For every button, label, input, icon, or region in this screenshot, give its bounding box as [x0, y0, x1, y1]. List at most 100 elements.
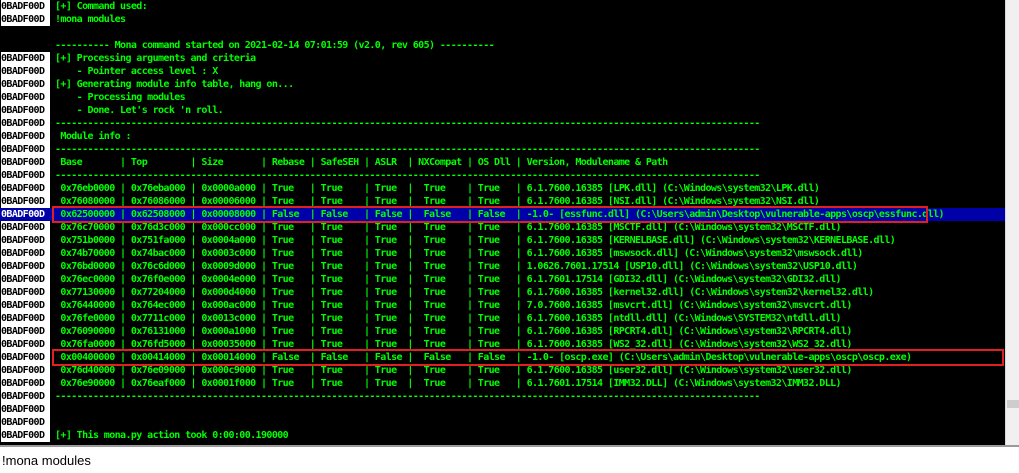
log-line[interactable]: 0BADF00D 0x76eb0000 | 0x76eba000 | 0x000… [0, 182, 1005, 195]
log-message: 0x76eb0000 | 0x76eba000 | 0x0000a000 | T… [55, 183, 820, 194]
log-message: 0x74b70000 | 0x74bac000 | 0x0003c000 | T… [55, 248, 863, 259]
log-address: 0BADF00D [1, 117, 50, 130]
log-message: ---------- Mona command started on 2021-… [55, 40, 495, 51]
log-line[interactable]: 0BADF00D [0, 403, 1005, 416]
log-address: 0BADF00D [1, 65, 50, 78]
log-message: 0x76fa0000 | 0x76fd5000 | 0x00035000 | T… [55, 339, 852, 350]
log-address: 0BADF00D [1, 130, 50, 143]
log-message: 0x77130000 | 0x77204000 | 0x000d4000 | T… [55, 287, 874, 298]
log-address: 0BADF00D [1, 13, 50, 26]
log-message: 0x76ec0000 | 0x76f0e000 | 0x0004e000 | T… [55, 274, 841, 285]
vertical-scrollbar[interactable] [1005, 0, 1019, 445]
log-address: 0BADF00D [1, 286, 50, 299]
log-line[interactable]: 0BADF00D --------------------------------… [0, 143, 1005, 156]
log-message: 0x76d40000 | 0x76e09000 | 0x000c9000 | T… [55, 365, 852, 376]
log-line[interactable]: 0BADF00D Module info : [0, 130, 1005, 143]
log-line[interactable]: 0BADF00D [+] Processing arguments and cri… [0, 52, 1005, 65]
log-message: 0x76fe0000 | 0x7711c000 | 0x0013c000 | T… [55, 313, 841, 324]
log-message: [+] Command used: [55, 1, 148, 12]
log-address: 0BADF00D [1, 104, 50, 117]
log-line[interactable]: ---------- Mona command started on 2021-… [0, 39, 1005, 52]
log-address: 0BADF00D [1, 273, 50, 286]
log-line-selected[interactable]: 0BADF00D 0x62500000 | 0x62508000 | 0x000… [0, 208, 1005, 221]
log-message: 0x62500000 | 0x62508000 | 0x00008000 | F… [55, 209, 944, 220]
log-address: 0BADF00D [1, 429, 50, 442]
log-address: 0BADF00D [1, 338, 50, 351]
log-address: 0BADF00D [1, 325, 50, 338]
log-message: ----------------------------------------… [55, 118, 760, 129]
log-address: 0BADF00D [1, 195, 50, 208]
log-line[interactable]: 0BADF00D - Processing modules [0, 91, 1005, 104]
log-line[interactable]: 0BADF00D 0x76bd0000 | 0x76c6d000 | 0x000… [0, 260, 1005, 273]
log-address: 0BADF00D [1, 143, 50, 156]
log-address: 0BADF00D [1, 364, 50, 377]
log-line[interactable]: 0BADF00D 0x76fa0000 | 0x76fd5000 | 0x000… [0, 338, 1005, 351]
log-line[interactable]: 0BADF00D 0x76c70000 | 0x76d3c000 | 0x000… [0, 221, 1005, 234]
log-line[interactable]: 0BADF00D 0x74b70000 | 0x74bac000 | 0x000… [0, 247, 1005, 260]
log-address: 0BADF00D [1, 299, 50, 312]
log-line[interactable]: 0BADF00D --------------------------------… [0, 117, 1005, 130]
log-address: 0BADF00D [1, 156, 50, 169]
log-message: ----------------------------------------… [55, 144, 760, 155]
log-message: [+] This mona.py action took 0:00:00.190… [55, 430, 289, 441]
log-address: 0BADF00D [1, 234, 50, 247]
log-address: 0BADF00D [1, 208, 50, 221]
log-message: Base | Top | Size | Rebase | SafeSEH | A… [55, 157, 668, 168]
command-input[interactable] [2, 450, 1002, 470]
log-address: 0BADF00D [1, 247, 50, 260]
log-address: 0BADF00D [1, 169, 50, 182]
log-message: [+] Processing arguments and criteria [55, 53, 256, 64]
log-line[interactable]: 0BADF00D 0x76fe0000 | 0x7711c000 | 0x001… [0, 312, 1005, 325]
log-window[interactable]: 0BADF00D [+] Command used: 0BADF00D !mona m… [0, 0, 1005, 445]
log-address: 0BADF00D [1, 351, 50, 364]
scrollbar-thumb[interactable] [1007, 400, 1019, 408]
log-message: !mona modules [55, 14, 126, 25]
log-address: 0BADF00D [1, 221, 50, 234]
log-address: 0BADF00D [1, 0, 50, 13]
log-message: 0x76440000 | 0x764ec000 | 0x000ac000 | T… [55, 300, 852, 311]
log-message: [+] Generating module info table, hang o… [55, 79, 294, 90]
log-line[interactable]: 0BADF00D [0, 416, 1005, 429]
log-line[interactable]: 0BADF00D Base | Top | Size | Rebase | Sa… [0, 156, 1005, 169]
log-line[interactable]: 0BADF00D [+] This mona.py action took 0:0… [0, 429, 1005, 442]
log-address: 0BADF00D [1, 91, 50, 104]
log-address: 0BADF00D [1, 416, 50, 429]
log-message: 0x76090000 | 0x76131000 | 0x000a1000 | T… [55, 326, 852, 337]
log-message: 0x76c70000 | 0x76d3c000 | 0x000cc000 | T… [55, 222, 841, 233]
log-message: ----------------------------------------… [55, 170, 760, 181]
log-address: 0BADF00D [1, 78, 50, 91]
log-line[interactable]: 0BADF00D 0x77130000 | 0x77204000 | 0x000… [0, 286, 1005, 299]
log-line[interactable]: 0BADF00D --------------------------------… [0, 390, 1005, 403]
log-address: 0BADF00D [1, 403, 50, 416]
log-line[interactable]: 0BADF00D [+] Generating module info table… [0, 78, 1005, 91]
log-line[interactable]: 0BADF00D 0x76d40000 | 0x76e09000 | 0x000… [0, 364, 1005, 377]
log-address: 0BADF00D [1, 377, 50, 390]
log-line[interactable]: 0BADF00D 0x76440000 | 0x764ec000 | 0x000… [0, 299, 1005, 312]
log-line[interactable]: 0BADF00D - Done. Let's rock 'n roll. [0, 104, 1005, 117]
command-bar [0, 445, 1019, 473]
log-line[interactable]: 0BADF00D 0x00400000 | 0x00414000 | 0x000… [0, 351, 1005, 364]
log-address: 0BADF00D [1, 52, 50, 65]
log-address: 0BADF00D [1, 260, 50, 273]
log-message: 0x00400000 | 0x00414000 | 0x00014000 | F… [55, 352, 912, 363]
log-line[interactable]: 0BADF00D - Pointer access level : X [0, 65, 1005, 78]
log-message: - Pointer access level : X [55, 66, 219, 77]
log-line[interactable]: 0BADF00D 0x76e90000 | 0x76eaf000 | 0x000… [0, 377, 1005, 390]
log-message: - Processing modules [55, 92, 186, 103]
log-address: 0BADF00D [1, 182, 50, 195]
log-line[interactable]: 0BADF00D 0x76ec0000 | 0x76f0e000 | 0x000… [0, 273, 1005, 286]
log-line[interactable]: 0BADF00D 0x76080000 | 0x76086000 | 0x000… [0, 195, 1005, 208]
log-line[interactable]: 0BADF00D [+] Command used: [0, 0, 1005, 13]
log-address: 0BADF00D [1, 390, 50, 403]
log-line[interactable]: 0BADF00D !mona modules [0, 13, 1005, 26]
log-message: 0x76e90000 | 0x76eaf000 | 0x0001f000 | T… [55, 378, 841, 389]
log-line[interactable]: 0BADF00D --------------------------------… [0, 169, 1005, 182]
log-message: 0x751b0000 | 0x751fa000 | 0x0004a000 | T… [55, 235, 896, 246]
log-message: Module info : [55, 131, 131, 142]
log-message: 0x76bd0000 | 0x76c6d000 | 0x0009d000 | T… [55, 261, 858, 272]
log-line[interactable] [0, 26, 1005, 39]
log-line[interactable]: 0BADF00D 0x751b0000 | 0x751fa000 | 0x000… [0, 234, 1005, 247]
log-line[interactable]: 0BADF00D 0x76090000 | 0x76131000 | 0x000… [0, 325, 1005, 338]
log-message: - Done. Let's rock 'n roll. [55, 105, 224, 116]
log-address [1, 26, 50, 39]
